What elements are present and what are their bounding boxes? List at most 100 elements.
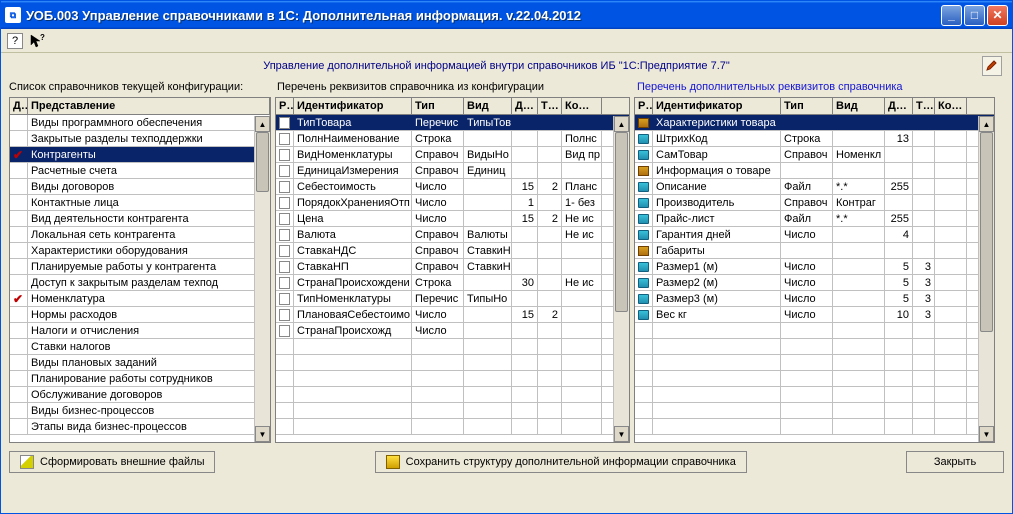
col-id[interactable]: Идентификатор xyxy=(653,98,781,114)
col-type[interactable]: Тип xyxy=(781,98,833,114)
table-row[interactable]: ВалютаСправочВалютыНе ис xyxy=(276,227,629,243)
save-structure-button[interactable]: Сохранить структуру дополнительной инфор… xyxy=(375,451,747,473)
table-row[interactable]: Вид деятельности контрагента xyxy=(10,211,270,227)
scroll-up-icon[interactable]: ▲ xyxy=(255,116,270,132)
col-d[interactable]: Д… xyxy=(885,98,913,114)
table-row[interactable] xyxy=(635,387,994,403)
table-row[interactable] xyxy=(276,339,629,355)
table-row[interactable]: Размер2 (м)Число53 xyxy=(635,275,994,291)
scroll-down-icon[interactable]: ▼ xyxy=(614,426,629,442)
table-row[interactable]: ✔Контрагенты xyxy=(10,147,270,163)
table-row[interactable]: Расчетные счета xyxy=(10,163,270,179)
close-form-button[interactable]: Закрыть xyxy=(906,451,1004,473)
col-name[interactable]: Представление xyxy=(28,98,270,114)
table-row[interactable]: СамТоварСправочНоменкл xyxy=(635,147,994,163)
table-row[interactable]: ✔Номенклатура xyxy=(10,291,270,307)
table-row[interactable]: ШтрихКодСтрока13 xyxy=(635,131,994,147)
grid-body-right[interactable]: Характеристики товараШтрихКодСтрока13Сам… xyxy=(635,115,994,441)
scroll-down-icon[interactable]: ▼ xyxy=(979,426,994,442)
col-id[interactable]: Идентификатор xyxy=(294,98,412,114)
table-row[interactable] xyxy=(276,371,629,387)
table-row[interactable]: СтавкаНДССправочСтавкиН xyxy=(276,243,629,259)
generate-files-button[interactable]: Сформировать внешние файлы xyxy=(9,451,215,473)
table-row[interactable]: ПорядокХраненияОтпЧисло11- без xyxy=(276,195,629,211)
col-type[interactable]: Тип xyxy=(412,98,464,114)
scrollbar-mid[interactable]: ▲ ▼ xyxy=(613,116,629,442)
scroll-thumb[interactable] xyxy=(256,132,269,192)
table-row[interactable]: СебестоимостьЧисло152Планс xyxy=(276,179,629,195)
table-row[interactable]: Планирование работы сотрудников xyxy=(10,371,270,387)
table-row[interactable]: ПолнНаименованиеСтрокаПолнс xyxy=(276,131,629,147)
col-r[interactable]: Р… xyxy=(635,98,653,114)
close-button[interactable]: ✕ xyxy=(987,5,1008,26)
table-row[interactable]: Планируемые работы у контрагента xyxy=(10,259,270,275)
scroll-thumb[interactable] xyxy=(980,132,993,332)
cursor-help-icon[interactable]: ? xyxy=(29,33,45,49)
table-row[interactable]: Локальная сеть контрагента xyxy=(10,227,270,243)
table-row[interactable] xyxy=(635,371,994,387)
grid-body-mid[interactable]: ТипТовараПеречисТипыТовПолнНаименованиеС… xyxy=(276,115,629,441)
table-row[interactable]: ПлановаяСебестоимоЧисло152 xyxy=(276,307,629,323)
col-vid[interactable]: Вид xyxy=(833,98,885,114)
table-row[interactable]: Виды бизнес-процессов xyxy=(10,403,270,419)
table-row[interactable] xyxy=(635,323,994,339)
table-row[interactable] xyxy=(276,403,629,419)
table-row[interactable]: Контактные лица xyxy=(10,195,270,211)
scroll-up-icon[interactable]: ▲ xyxy=(614,116,629,132)
col-k[interactable]: Ко… xyxy=(935,98,967,114)
table-row[interactable] xyxy=(276,355,629,371)
col-t[interactable]: Т… xyxy=(538,98,562,114)
table-row[interactable] xyxy=(276,387,629,403)
col-r[interactable]: Р… xyxy=(276,98,294,114)
table-row[interactable]: Виды программного обеспечения xyxy=(10,115,270,131)
scroll-down-icon[interactable]: ▼ xyxy=(255,426,270,442)
table-row[interactable]: Нормы расходов xyxy=(10,307,270,323)
scroll-up-icon[interactable]: ▲ xyxy=(979,116,994,132)
table-row[interactable]: Характеристики товара xyxy=(635,115,994,131)
table-row[interactable]: ТипНоменклатурыПеречисТипыНо xyxy=(276,291,629,307)
help-icon[interactable]: ? xyxy=(7,33,23,49)
edit-icon[interactable] xyxy=(982,56,1002,76)
table-row[interactable]: Вес кгЧисло103 xyxy=(635,307,994,323)
table-row[interactable]: ВидНоменклатурыСправочВидыНоВид пр xyxy=(276,147,629,163)
table-row[interactable]: ЦенаЧисло152Не ис xyxy=(276,211,629,227)
table-row[interactable]: Размер1 (м)Число53 xyxy=(635,259,994,275)
col-k[interactable]: Ко… xyxy=(562,98,602,114)
table-row[interactable] xyxy=(635,355,994,371)
table-row[interactable] xyxy=(635,403,994,419)
table-row[interactable]: ТипТовараПеречисТипыТов xyxy=(276,115,629,131)
table-row[interactable]: Доступ к закрытым разделам техпод xyxy=(10,275,270,291)
table-row[interactable]: СтранаПроисхождениСтрока30Не ис xyxy=(276,275,629,291)
grid-body-left[interactable]: Виды программного обеспеченияЗакрытые ра… xyxy=(10,115,270,441)
scrollbar-right[interactable]: ▲ ▼ xyxy=(978,116,994,442)
table-row[interactable] xyxy=(635,339,994,355)
table-row[interactable]: Характеристики оборудования xyxy=(10,243,270,259)
table-row[interactable]: Прайс-листФайл*.*255 xyxy=(635,211,994,227)
table-row[interactable]: Виды договоров xyxy=(10,179,270,195)
minimize-button[interactable]: _ xyxy=(941,5,962,26)
table-row[interactable]: Габариты xyxy=(635,243,994,259)
col-check[interactable]: Д… xyxy=(10,98,28,114)
table-row[interactable]: Ставки налогов xyxy=(10,339,270,355)
col-d[interactable]: Д… xyxy=(512,98,538,114)
table-row[interactable]: СтранаПроисхождЧисло xyxy=(276,323,629,339)
table-row[interactable]: ЕдиницаИзмеренияСправочЕдиниц xyxy=(276,163,629,179)
scrollbar-left[interactable]: ▲ ▼ xyxy=(254,116,270,442)
table-row[interactable]: Размер3 (м)Число53 xyxy=(635,291,994,307)
table-row[interactable] xyxy=(276,419,629,435)
table-row[interactable]: ОписаниеФайл*.*255 xyxy=(635,179,994,195)
col-vid[interactable]: Вид xyxy=(464,98,512,114)
table-row[interactable]: ПроизводительСправочКонтраг xyxy=(635,195,994,211)
maximize-button[interactable]: □ xyxy=(964,5,985,26)
table-row[interactable]: Гарантия днейЧисло4 xyxy=(635,227,994,243)
table-row[interactable]: Виды плановых заданий xyxy=(10,355,270,371)
table-row[interactable]: Информация о товаре xyxy=(635,163,994,179)
table-row[interactable] xyxy=(635,419,994,435)
scroll-thumb[interactable] xyxy=(615,132,628,312)
table-row[interactable]: Налоги и отчисления xyxy=(10,323,270,339)
table-row[interactable]: Обслуживание договоров xyxy=(10,387,270,403)
table-row[interactable]: Этапы вида бизнес-процессов xyxy=(10,419,270,435)
table-row[interactable]: СтавкаНПСправочСтавкиН xyxy=(276,259,629,275)
table-row[interactable]: Закрытые разделы техподдержки xyxy=(10,131,270,147)
col-t[interactable]: Т… xyxy=(913,98,935,114)
